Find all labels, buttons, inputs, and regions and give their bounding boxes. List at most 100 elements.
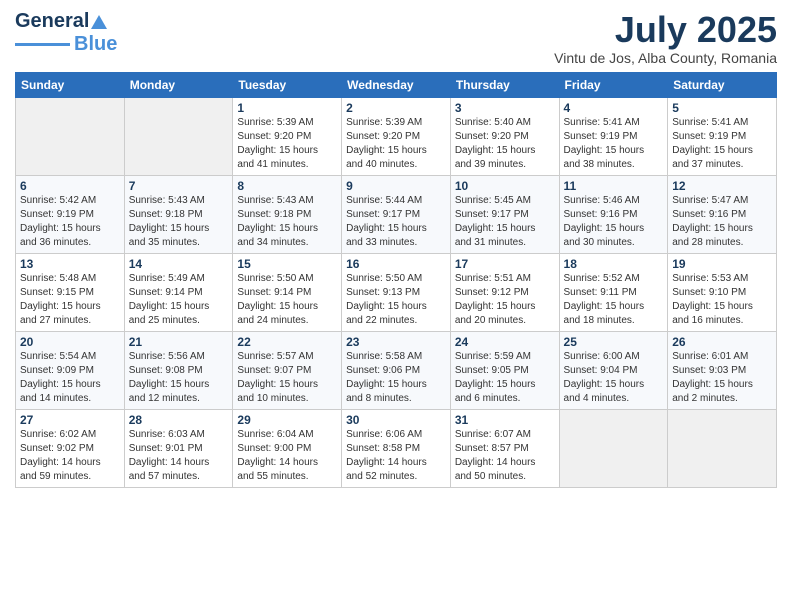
- day-number: 7: [129, 179, 229, 193]
- day-cell: 20Sunrise: 5:54 AM Sunset: 9:09 PM Dayli…: [16, 331, 125, 409]
- day-cell: 13Sunrise: 5:48 AM Sunset: 9:15 PM Dayli…: [16, 253, 125, 331]
- day-cell: 16Sunrise: 5:50 AM Sunset: 9:13 PM Dayli…: [342, 253, 451, 331]
- day-number: 12: [672, 179, 772, 193]
- day-number: 16: [346, 257, 446, 271]
- logo-line: [15, 43, 70, 46]
- day-number: 11: [564, 179, 664, 193]
- day-number: 27: [20, 413, 120, 427]
- day-number: 24: [455, 335, 555, 349]
- logo-general: General: [15, 10, 89, 33]
- day-cell: 26Sunrise: 6:01 AM Sunset: 9:03 PM Dayli…: [668, 331, 777, 409]
- week-row-5: 27Sunrise: 6:02 AM Sunset: 9:02 PM Dayli…: [16, 409, 777, 487]
- day-number: 1: [237, 101, 337, 115]
- week-row-3: 13Sunrise: 5:48 AM Sunset: 9:15 PM Dayli…: [16, 253, 777, 331]
- day-info: Sunrise: 5:51 AM Sunset: 9:12 PM Dayligh…: [455, 272, 555, 328]
- day-cell: 15Sunrise: 5:50 AM Sunset: 9:14 PM Dayli…: [233, 253, 342, 331]
- day-number: 19: [672, 257, 772, 271]
- header-tuesday: Tuesday: [233, 72, 342, 97]
- day-cell: 17Sunrise: 5:51 AM Sunset: 9:12 PM Dayli…: [450, 253, 559, 331]
- day-cell: 21Sunrise: 5:56 AM Sunset: 9:08 PM Dayli…: [124, 331, 233, 409]
- day-info: Sunrise: 5:41 AM Sunset: 9:19 PM Dayligh…: [672, 116, 772, 172]
- day-cell: 22Sunrise: 5:57 AM Sunset: 9:07 PM Dayli…: [233, 331, 342, 409]
- day-cell: 1Sunrise: 5:39 AM Sunset: 9:20 PM Daylig…: [233, 97, 342, 175]
- day-cell: 7Sunrise: 5:43 AM Sunset: 9:18 PM Daylig…: [124, 175, 233, 253]
- day-cell: 18Sunrise: 5:52 AM Sunset: 9:11 PM Dayli…: [559, 253, 668, 331]
- title-area: July 2025 Vintu de Jos, Alba County, Rom…: [554, 10, 777, 66]
- day-info: Sunrise: 6:03 AM Sunset: 9:01 PM Dayligh…: [129, 428, 229, 484]
- day-info: Sunrise: 6:02 AM Sunset: 9:02 PM Dayligh…: [20, 428, 120, 484]
- month-title: July 2025: [554, 10, 777, 50]
- location: Vintu de Jos, Alba County, Romania: [554, 50, 777, 66]
- day-info: Sunrise: 5:45 AM Sunset: 9:17 PM Dayligh…: [455, 194, 555, 250]
- day-info: Sunrise: 5:46 AM Sunset: 9:16 PM Dayligh…: [564, 194, 664, 250]
- day-info: Sunrise: 6:06 AM Sunset: 8:58 PM Dayligh…: [346, 428, 446, 484]
- logo-blue: Blue: [74, 33, 117, 56]
- week-row-2: 6Sunrise: 5:42 AM Sunset: 9:19 PM Daylig…: [16, 175, 777, 253]
- day-cell: 19Sunrise: 5:53 AM Sunset: 9:10 PM Dayli…: [668, 253, 777, 331]
- day-number: 4: [564, 101, 664, 115]
- day-number: 23: [346, 335, 446, 349]
- day-cell: [124, 97, 233, 175]
- header-wednesday: Wednesday: [342, 72, 451, 97]
- logo-triangle-icon: [90, 13, 108, 31]
- day-cell: 28Sunrise: 6:03 AM Sunset: 9:01 PM Dayli…: [124, 409, 233, 487]
- day-cell: 24Sunrise: 5:59 AM Sunset: 9:05 PM Dayli…: [450, 331, 559, 409]
- day-cell: 2Sunrise: 5:39 AM Sunset: 9:20 PM Daylig…: [342, 97, 451, 175]
- day-info: Sunrise: 5:43 AM Sunset: 9:18 PM Dayligh…: [129, 194, 229, 250]
- week-row-4: 20Sunrise: 5:54 AM Sunset: 9:09 PM Dayli…: [16, 331, 777, 409]
- day-number: 30: [346, 413, 446, 427]
- day-cell: 4Sunrise: 5:41 AM Sunset: 9:19 PM Daylig…: [559, 97, 668, 175]
- day-info: Sunrise: 5:54 AM Sunset: 9:09 PM Dayligh…: [20, 350, 120, 406]
- day-info: Sunrise: 5:47 AM Sunset: 9:16 PM Dayligh…: [672, 194, 772, 250]
- day-info: Sunrise: 6:01 AM Sunset: 9:03 PM Dayligh…: [672, 350, 772, 406]
- day-info: Sunrise: 5:50 AM Sunset: 9:14 PM Dayligh…: [237, 272, 337, 328]
- header-friday: Friday: [559, 72, 668, 97]
- day-cell: [559, 409, 668, 487]
- week-row-1: 1Sunrise: 5:39 AM Sunset: 9:20 PM Daylig…: [16, 97, 777, 175]
- day-cell: 5Sunrise: 5:41 AM Sunset: 9:19 PM Daylig…: [668, 97, 777, 175]
- day-info: Sunrise: 5:41 AM Sunset: 9:19 PM Dayligh…: [564, 116, 664, 172]
- day-info: Sunrise: 5:59 AM Sunset: 9:05 PM Dayligh…: [455, 350, 555, 406]
- day-cell: [16, 97, 125, 175]
- header-sunday: Sunday: [16, 72, 125, 97]
- day-cell: 10Sunrise: 5:45 AM Sunset: 9:17 PM Dayli…: [450, 175, 559, 253]
- day-number: 17: [455, 257, 555, 271]
- day-cell: 9Sunrise: 5:44 AM Sunset: 9:17 PM Daylig…: [342, 175, 451, 253]
- day-cell: 14Sunrise: 5:49 AM Sunset: 9:14 PM Dayli…: [124, 253, 233, 331]
- day-cell: 27Sunrise: 6:02 AM Sunset: 9:02 PM Dayli…: [16, 409, 125, 487]
- day-info: Sunrise: 5:56 AM Sunset: 9:08 PM Dayligh…: [129, 350, 229, 406]
- day-info: Sunrise: 5:48 AM Sunset: 9:15 PM Dayligh…: [20, 272, 120, 328]
- day-number: 15: [237, 257, 337, 271]
- day-info: Sunrise: 5:39 AM Sunset: 9:20 PM Dayligh…: [346, 116, 446, 172]
- day-number: 2: [346, 101, 446, 115]
- day-info: Sunrise: 5:43 AM Sunset: 9:18 PM Dayligh…: [237, 194, 337, 250]
- calendar-page: General Blue July 2025 Vintu de Jos, Alb…: [0, 0, 792, 612]
- day-number: 10: [455, 179, 555, 193]
- day-number: 6: [20, 179, 120, 193]
- calendar-table: SundayMondayTuesdayWednesdayThursdayFrid…: [15, 72, 777, 488]
- day-info: Sunrise: 5:49 AM Sunset: 9:14 PM Dayligh…: [129, 272, 229, 328]
- header: General Blue July 2025 Vintu de Jos, Alb…: [15, 10, 777, 66]
- day-info: Sunrise: 5:50 AM Sunset: 9:13 PM Dayligh…: [346, 272, 446, 328]
- day-number: 26: [672, 335, 772, 349]
- day-number: 13: [20, 257, 120, 271]
- day-info: Sunrise: 5:42 AM Sunset: 9:19 PM Dayligh…: [20, 194, 120, 250]
- day-cell: 30Sunrise: 6:06 AM Sunset: 8:58 PM Dayli…: [342, 409, 451, 487]
- header-row: SundayMondayTuesdayWednesdayThursdayFrid…: [16, 72, 777, 97]
- header-monday: Monday: [124, 72, 233, 97]
- day-number: 21: [129, 335, 229, 349]
- day-number: 22: [237, 335, 337, 349]
- day-number: 29: [237, 413, 337, 427]
- day-info: Sunrise: 6:00 AM Sunset: 9:04 PM Dayligh…: [564, 350, 664, 406]
- day-number: 3: [455, 101, 555, 115]
- day-cell: 31Sunrise: 6:07 AM Sunset: 8:57 PM Dayli…: [450, 409, 559, 487]
- day-info: Sunrise: 5:52 AM Sunset: 9:11 PM Dayligh…: [564, 272, 664, 328]
- day-cell: 3Sunrise: 5:40 AM Sunset: 9:20 PM Daylig…: [450, 97, 559, 175]
- day-info: Sunrise: 5:39 AM Sunset: 9:20 PM Dayligh…: [237, 116, 337, 172]
- day-info: Sunrise: 6:04 AM Sunset: 9:00 PM Dayligh…: [237, 428, 337, 484]
- header-thursday: Thursday: [450, 72, 559, 97]
- day-info: Sunrise: 5:53 AM Sunset: 9:10 PM Dayligh…: [672, 272, 772, 328]
- day-cell: 12Sunrise: 5:47 AM Sunset: 9:16 PM Dayli…: [668, 175, 777, 253]
- day-info: Sunrise: 5:44 AM Sunset: 9:17 PM Dayligh…: [346, 194, 446, 250]
- day-cell: 6Sunrise: 5:42 AM Sunset: 9:19 PM Daylig…: [16, 175, 125, 253]
